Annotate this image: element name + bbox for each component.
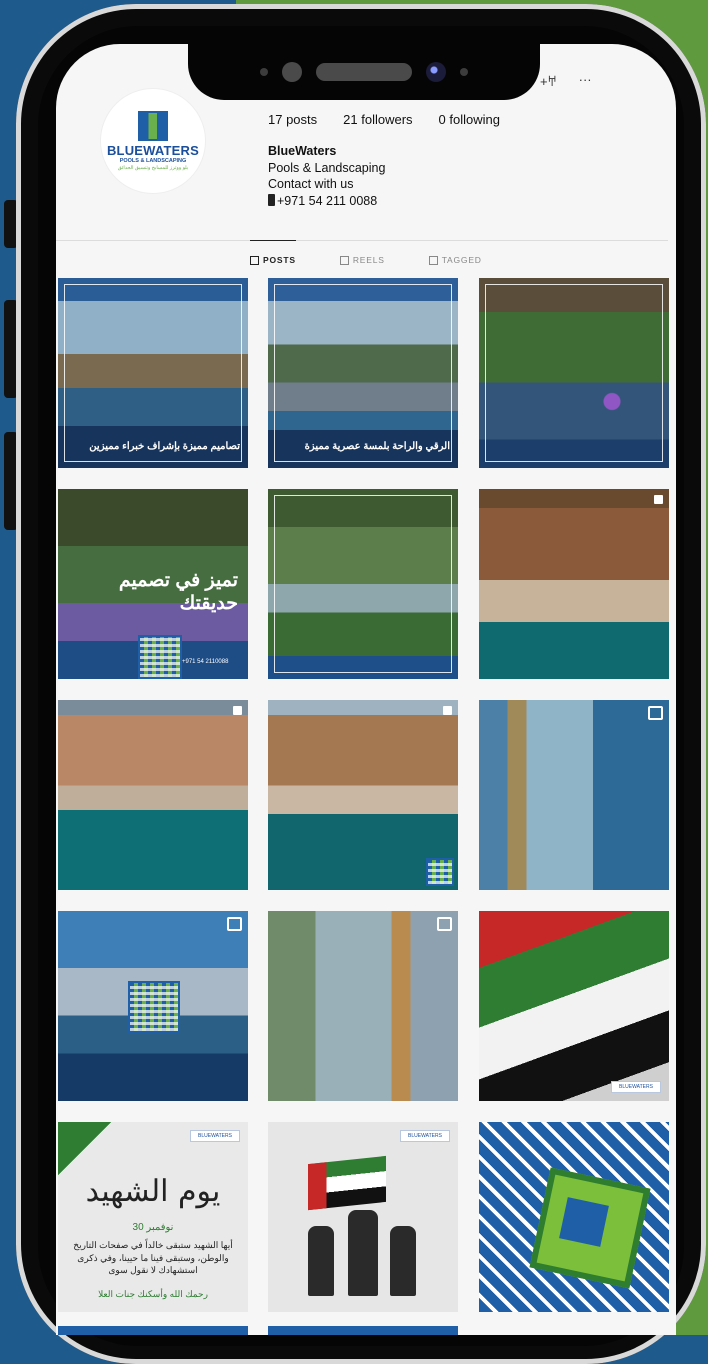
tab-tagged-label: TAGGED [441, 255, 482, 265]
uae-flag-icon [308, 1155, 386, 1211]
profile-phone: +971 54 211 0088 [268, 193, 385, 210]
active-tab-indicator [250, 240, 296, 241]
brand-badge: BLUEWATERS [611, 1081, 661, 1093]
qr-code-icon [128, 981, 180, 1033]
avatar-brand-arabic: بلو ووترز للمسابح وتنسيق الحدائق [117, 165, 189, 171]
post-caption: تصاميم مميزة بإشراف خبراء مميزين [89, 441, 240, 452]
post-tile-partial[interactable] [268, 1326, 458, 1335]
add-person-icon[interactable]: +𐀀 [540, 72, 557, 90]
post-tile[interactable] [268, 489, 458, 679]
phone-notch [188, 44, 540, 100]
avatar[interactable]: BLUEWATERS POOLS & LANDSCAPING بلو ووترز… [100, 88, 206, 194]
post-frame [274, 495, 452, 673]
avatar-brand: BLUEWATERS [106, 143, 200, 158]
qr-code-icon [426, 858, 454, 886]
tab-posts[interactable]: POSTS [250, 255, 296, 265]
post-tile[interactable] [268, 700, 458, 890]
post-tile[interactable]: الرقي والراحة بلمسة عصرية مميزة [268, 278, 458, 468]
post-overlay-text: تميز في تصميم حديقتك [118, 570, 238, 614]
profile-name: BlueWaters [268, 144, 337, 158]
soldier-silhouette [390, 1226, 416, 1296]
mobile-phone-icon [268, 193, 275, 206]
soldier-silhouette [348, 1210, 378, 1296]
post-tile[interactable] [58, 911, 248, 1101]
profile-bio: BlueWaters Pools & Landscaping Contact w… [268, 143, 385, 209]
post-tile[interactable] [479, 1122, 669, 1312]
carousel-icon [233, 706, 242, 715]
posts-count: 17 posts [268, 112, 318, 127]
profile-category: Pools & Landscaping [268, 160, 386, 175]
post-tile[interactable] [479, 700, 669, 890]
post-tile[interactable] [479, 489, 669, 679]
post-tile[interactable]: تصاميم مميزة بإشراف خبراء مميزين [58, 278, 248, 468]
reels-icon [339, 255, 349, 265]
profile-divider [56, 240, 668, 241]
post-tile[interactable] [479, 278, 669, 468]
post-footer-phone: +971 54 2110088 [182, 659, 229, 665]
avatar-brand-sub: POOLS & LANDSCAPING [119, 158, 187, 164]
post-caption: الرقي والراحة بلمسة عصرية مميزة [304, 441, 450, 452]
post-tile[interactable]: BLUEWATERS [479, 911, 669, 1101]
profile-actions: +𐀀 ··· [540, 72, 592, 90]
sensor-dot [260, 68, 268, 76]
post-frame [64, 284, 242, 462]
sensor-dot [460, 68, 468, 76]
tab-posts-label: POSTS [263, 255, 296, 265]
front-camera-icon [426, 62, 446, 82]
post-tile[interactable] [58, 700, 248, 890]
post-date-arabic: 30 نوفمبر [132, 1222, 174, 1233]
more-options-icon[interactable]: ··· [579, 72, 592, 90]
reel-icon [648, 706, 663, 720]
post-tile[interactable]: BLUEWATERS يوم الشهيد 30 نوفمبر أيها الش… [58, 1122, 248, 1312]
profile-phone-number[interactable]: +971 54 211 0088 [277, 194, 377, 208]
earpiece-speaker [316, 63, 412, 81]
post-body-arabic: أيها الشهيد ستبقى خالداً في صفحات التاري… [73, 1240, 233, 1275]
tab-reels[interactable]: REELS [339, 255, 385, 265]
brand-badge: BLUEWATERS [400, 1130, 450, 1142]
post-tile[interactable]: تميز في تصميم حديقتك +971 54 2110088 [58, 489, 248, 679]
tab-reels-label: REELS [352, 255, 385, 265]
brand-badge: BLUEWATERS [190, 1130, 240, 1142]
followers-count[interactable]: 21 followers [343, 112, 412, 127]
tag-icon [428, 255, 438, 265]
profile-tabs: POSTS REELS TAGGED [250, 255, 482, 265]
tab-tagged[interactable]: TAGGED [428, 255, 482, 265]
reel-icon [227, 917, 242, 931]
mosaic-center [559, 1197, 609, 1247]
grid-icon [250, 255, 259, 265]
post-prayer-arabic: رحمك الله وأسكنك جنات العلا [98, 1289, 208, 1299]
qr-code-icon [138, 635, 182, 679]
profile-stats: 17 posts 21 followers 0 following [268, 112, 500, 127]
post-tile[interactable] [268, 911, 458, 1101]
post-tile[interactable]: BLUEWATERS [268, 1122, 458, 1312]
soldier-silhouette [308, 1226, 334, 1296]
post-frame [485, 284, 663, 462]
proximity-sensor [282, 62, 302, 82]
reel-icon [437, 917, 452, 931]
bluewaters-logo-icon [138, 111, 168, 141]
post-tile-partial[interactable] [58, 1326, 248, 1335]
following-count[interactable]: 0 following [439, 112, 500, 127]
profile-bio-line: Contact with us [268, 177, 354, 191]
carousel-icon [654, 495, 663, 504]
post-frame [274, 284, 452, 462]
carousel-icon [443, 706, 452, 715]
post-title-arabic: يوم الشهيد [85, 1174, 221, 1209]
